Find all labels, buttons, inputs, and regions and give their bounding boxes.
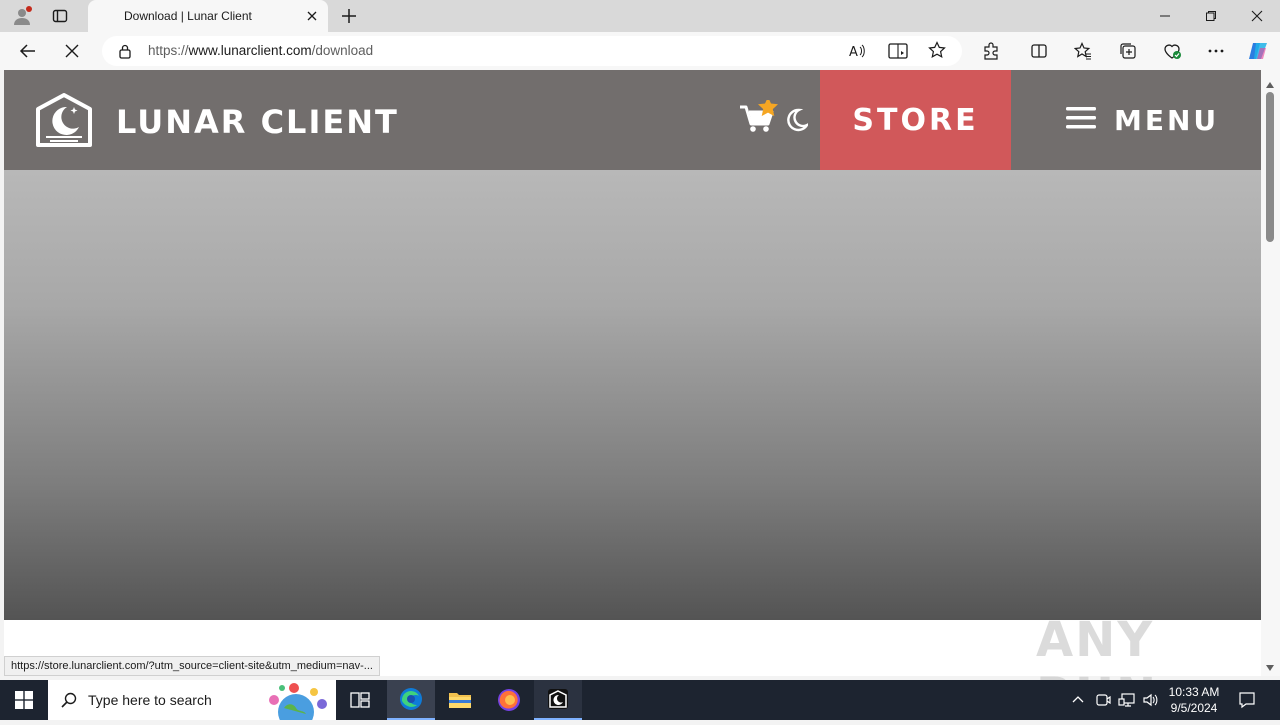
status-bar-url: https://store.lunarclient.com/?utm_sourc… bbox=[4, 656, 380, 676]
taskbar: Type here to search 10:33 AM 9/5/2024 bbox=[0, 680, 1280, 725]
browser-toolbar: https://www.lunarclient.com/download A bbox=[0, 32, 1280, 70]
immersive-reader-icon[interactable] bbox=[888, 42, 908, 65]
split-screen-icon[interactable] bbox=[1025, 37, 1053, 65]
url-scheme: https:// bbox=[148, 43, 189, 58]
svg-text:A: A bbox=[849, 45, 858, 60]
notifications-icon[interactable] bbox=[1238, 691, 1256, 714]
favorite-star-icon[interactable] bbox=[928, 41, 946, 64]
menu-button-label: MENU bbox=[1114, 103, 1220, 137]
settings-more-icon[interactable] bbox=[1202, 37, 1230, 65]
lock-icon[interactable] bbox=[118, 43, 132, 64]
title-bar: Download | Lunar Client bbox=[0, 0, 1280, 32]
url-path: /download bbox=[311, 43, 374, 58]
browser-tab[interactable]: Download | Lunar Client bbox=[88, 0, 328, 32]
taskbar-search-box[interactable]: Type here to search bbox=[48, 680, 336, 725]
new-tab-icon[interactable] bbox=[337, 4, 361, 28]
read-aloud-icon[interactable]: A bbox=[848, 42, 866, 65]
store-button[interactable]: STORE bbox=[820, 70, 1011, 170]
minimize-icon[interactable] bbox=[1142, 0, 1188, 32]
extensions-icon[interactable] bbox=[977, 37, 1005, 65]
scroll-thumb[interactable] bbox=[1266, 92, 1274, 242]
meet-now-icon[interactable] bbox=[1095, 692, 1111, 713]
copilot-icon[interactable] bbox=[1244, 37, 1272, 65]
hamburger-icon bbox=[1066, 106, 1096, 135]
lunar-logo-icon[interactable] bbox=[34, 93, 94, 152]
collections-icon[interactable] bbox=[1114, 37, 1142, 65]
address-bar[interactable]: https://www.lunarclient.com/download A bbox=[102, 36, 962, 66]
network-icon[interactable] bbox=[1118, 692, 1136, 713]
search-icon bbox=[61, 692, 77, 713]
favorites-icon[interactable] bbox=[1069, 37, 1097, 65]
browser-essentials-icon[interactable] bbox=[1158, 37, 1186, 65]
windows-start-icon[interactable] bbox=[0, 680, 48, 720]
clock-time: 10:33 AM bbox=[1168, 685, 1220, 699]
page-scrollbar[interactable] bbox=[1261, 70, 1280, 676]
search-highlight-icon bbox=[260, 682, 334, 725]
taskbar-clock[interactable]: 10:33 AM 9/5/2024 bbox=[1162, 684, 1226, 716]
url-host: www.lunarclient.com bbox=[188, 43, 312, 58]
close-window-icon[interactable] bbox=[1234, 0, 1280, 32]
close-tab-icon[interactable] bbox=[304, 8, 320, 24]
site-header: LUNAR CLIENT STORE MENU bbox=[4, 70, 1261, 170]
tab-title: Download | Lunar Client bbox=[124, 9, 252, 23]
cart-icon[interactable] bbox=[739, 97, 781, 145]
tab-actions-icon[interactable] bbox=[48, 4, 72, 28]
restore-icon[interactable] bbox=[1188, 0, 1234, 32]
show-hidden-icons-chevron-up-icon[interactable] bbox=[1071, 692, 1085, 711]
page-viewport: LUNAR CLIENT STORE MENU bbox=[4, 70, 1261, 676]
lunar-client-taskbar-icon[interactable] bbox=[534, 680, 582, 720]
volume-icon[interactable] bbox=[1142, 692, 1160, 713]
profile-icon[interactable] bbox=[10, 4, 34, 28]
edge-taskbar-icon[interactable] bbox=[387, 680, 435, 720]
stop-loading-icon[interactable] bbox=[58, 37, 86, 65]
back-icon[interactable] bbox=[14, 37, 42, 65]
site-logo-text[interactable]: LUNAR CLIENT bbox=[116, 103, 399, 141]
firefox-icon[interactable] bbox=[485, 680, 533, 720]
hero-section bbox=[4, 170, 1261, 620]
file-explorer-icon[interactable] bbox=[436, 680, 484, 720]
store-button-label: STORE bbox=[852, 102, 979, 138]
task-view-icon[interactable] bbox=[336, 680, 384, 720]
dark-mode-moon-icon[interactable] bbox=[784, 108, 811, 137]
url-text[interactable]: https://www.lunarclient.com/download bbox=[148, 43, 373, 58]
menu-button[interactable]: MENU bbox=[1066, 100, 1219, 140]
search-placeholder: Type here to search bbox=[88, 692, 212, 708]
clock-date: 9/5/2024 bbox=[1170, 701, 1218, 715]
